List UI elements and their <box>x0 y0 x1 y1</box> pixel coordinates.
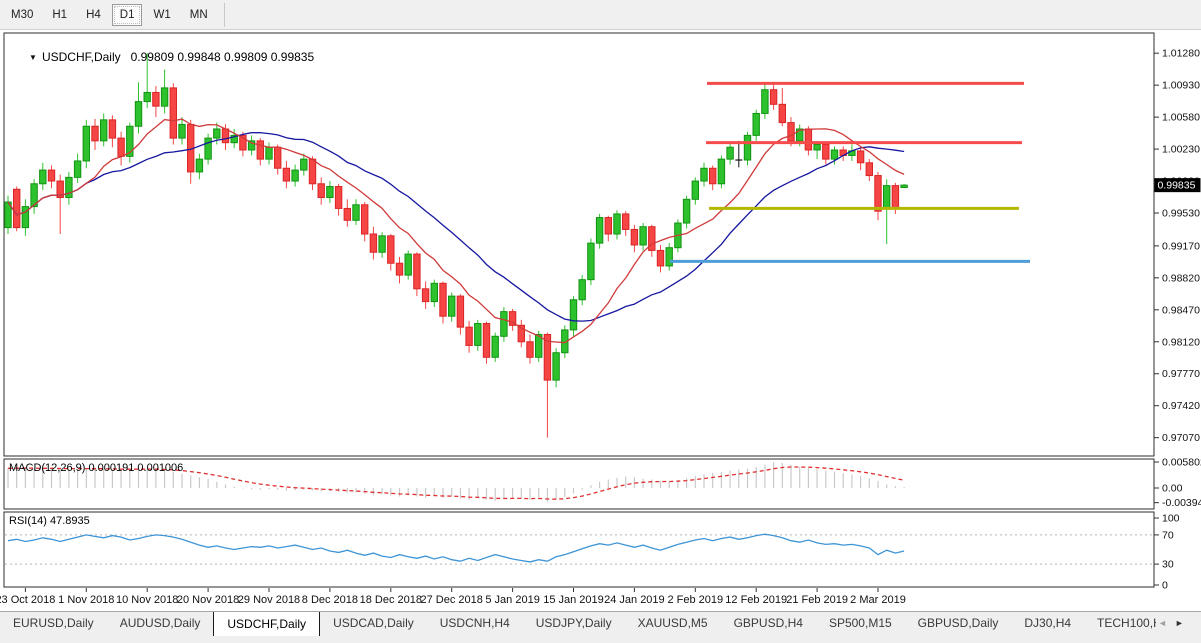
svg-text:1.01280: 1.01280 <box>1162 48 1200 60</box>
timeframe-button-mn[interactable]: MN <box>182 4 216 26</box>
svg-text:15 Jan 2019: 15 Jan 2019 <box>543 594 604 606</box>
svg-text:0: 0 <box>1162 580 1168 592</box>
svg-text:-0.003945: -0.003945 <box>1162 497 1201 509</box>
svg-text:27 Dec 2018: 27 Dec 2018 <box>421 594 483 606</box>
rsi-indicator-label: RSI(14) 47.8935 <box>9 515 90 527</box>
chart-tab-usdcnh-h4[interactable]: USDCNH,H4 <box>427 612 523 636</box>
svg-text:18 Dec 2018: 18 Dec 2018 <box>360 594 422 606</box>
chart-tab-usdcad-daily[interactable]: USDCAD,Daily <box>320 612 427 636</box>
chart-tabs-bar: EURUSD,DailyAUDUSD,DailyUSDCHF,DailyUSDC… <box>0 611 1201 643</box>
svg-text:2 Mar 2019: 2 Mar 2019 <box>850 594 906 606</box>
symbol-dropdown-icon[interactable]: ▼ <box>29 53 37 62</box>
chart-tab-usdchf-daily[interactable]: USDCHF,Daily <box>213 612 320 636</box>
mt4-window: M30H1H4D1W1MN 1.01280 1.00930 1.00580 1.002… <box>0 0 1201 643</box>
svg-text:100: 100 <box>1162 513 1180 525</box>
chart-tab-gbpusd-h4[interactable]: GBPUSD,H4 <box>721 612 816 636</box>
timeframe-button-w1[interactable]: W1 <box>145 4 178 26</box>
chart-symbol-label: USDCHF,Daily <box>42 50 121 64</box>
macd-indicator-label: MACD(12,26,9) 0.000191 0.001006 <box>9 462 183 474</box>
svg-text:30: 30 <box>1162 559 1174 571</box>
chart-tab-audusd-daily[interactable]: AUDUSD,Daily <box>107 612 214 636</box>
svg-text:0.98820: 0.98820 <box>1162 272 1200 284</box>
svg-text:5 Jan 2019: 5 Jan 2019 <box>485 594 539 606</box>
tab-scroll-arrows: ◄ ► <box>1158 616 1184 630</box>
svg-text:0.97420: 0.97420 <box>1162 400 1200 412</box>
svg-text:20 Nov 2018: 20 Nov 2018 <box>177 594 239 606</box>
chart-tab-gbpusd-daily[interactable]: GBPUSD,Daily <box>905 612 1012 636</box>
timeframe-button-h4[interactable]: H4 <box>78 4 109 26</box>
svg-text:21 Feb 2019: 21 Feb 2019 <box>786 594 848 606</box>
chart-canvas[interactable]: 1.012801.009301.005801.002300.998800.995… <box>0 30 1201 611</box>
svg-text:0.98470: 0.98470 <box>1162 304 1200 316</box>
toolbar-separator <box>224 3 225 27</box>
date-axis: 23 Oct 20181 Nov 201810 Nov 201820 Nov 2… <box>0 588 906 606</box>
svg-text:0.005802: 0.005802 <box>1162 457 1201 469</box>
svg-text:0.00: 0.00 <box>1162 483 1183 495</box>
svg-text:1.00930: 1.00930 <box>1162 80 1200 92</box>
timeframe-button-h1[interactable]: H1 <box>44 4 75 26</box>
current-price-value: 0.99835 <box>1158 180 1196 192</box>
svg-text:0.99170: 0.99170 <box>1162 240 1200 252</box>
chart-tab-dj30-h4[interactable]: DJ30,H4 <box>1011 612 1084 636</box>
chart-tab-usdjpy-daily[interactable]: USDJPY,Daily <box>523 612 625 636</box>
timeframe-button-m30[interactable]: M30 <box>3 4 41 26</box>
svg-text:70: 70 <box>1162 529 1174 541</box>
price-axis: 1.012801.009301.005801.002300.998800.995… <box>1154 48 1201 444</box>
svg-text:12 Feb 2019: 12 Feb 2019 <box>725 594 787 606</box>
tabs-scroll-left-icon[interactable]: ◄ <box>1158 616 1167 630</box>
chart-tab-sp500-m15[interactable]: SP500,M15 <box>816 612 905 636</box>
chart-tab-eurusd-daily[interactable]: EURUSD,Daily <box>0 612 107 636</box>
svg-text:0.98120: 0.98120 <box>1162 336 1200 348</box>
svg-text:24 Jan 2019: 24 Jan 2019 <box>604 594 665 606</box>
svg-text:2 Feb 2019: 2 Feb 2019 <box>667 594 723 606</box>
chart-tabs: EURUSD,DailyAUDUSD,DailyUSDCHF,DailyUSDC… <box>0 612 1156 636</box>
chart-title: ▼ USDCHF,Daily 0.99809 0.99848 0.99809 0.9… <box>9 36 314 78</box>
svg-text:0.99530: 0.99530 <box>1162 207 1200 219</box>
timeframe-toolbar: M30H1H4D1W1MN <box>0 0 1201 30</box>
chart-window: 1.012801.009301.005801.002300.998800.995… <box>0 30 1201 611</box>
timeframe-button-d1[interactable]: D1 <box>112 4 143 26</box>
chart-ohlc-values: 0.99809 0.99848 0.99809 0.99835 <box>131 50 315 64</box>
svg-text:1.00580: 1.00580 <box>1162 112 1200 124</box>
svg-text:1 Nov 2018: 1 Nov 2018 <box>58 594 114 606</box>
svg-text:23 Oct 2018: 23 Oct 2018 <box>0 594 55 606</box>
svg-text:1.00230: 1.00230 <box>1162 144 1200 156</box>
svg-text:10 Nov 2018: 10 Nov 2018 <box>116 594 178 606</box>
tabs-scroll-right-icon[interactable]: ► <box>1175 616 1184 630</box>
svg-text:8 Dec 2018: 8 Dec 2018 <box>302 594 358 606</box>
svg-text:0.97070: 0.97070 <box>1162 432 1200 444</box>
chart-tab-tech100-h1[interactable]: TECH100,H1 <box>1084 612 1156 636</box>
svg-text:29 Nov 2018: 29 Nov 2018 <box>238 594 300 606</box>
svg-text:0.97770: 0.97770 <box>1162 368 1200 380</box>
chart-tab-xauusd-m5[interactable]: XAUUSD,M5 <box>625 612 721 636</box>
